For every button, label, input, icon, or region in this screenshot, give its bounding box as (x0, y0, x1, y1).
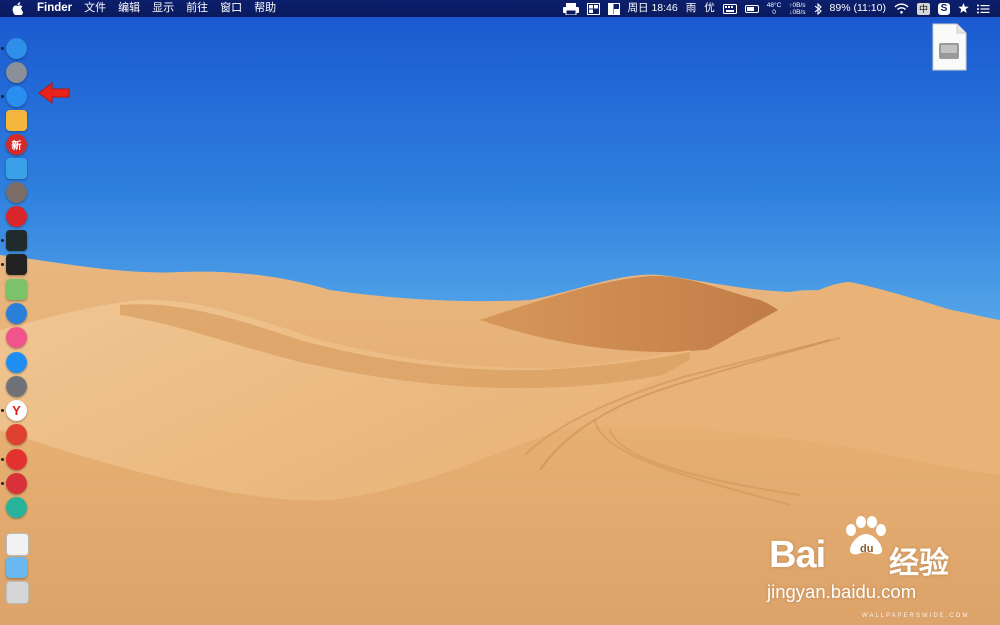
split-view-icon[interactable] (604, 2, 624, 15)
dock-preview-icon[interactable] (6, 110, 27, 131)
dock-netease-music-icon[interactable] (6, 449, 27, 470)
dock-news-icon[interactable]: 新 (6, 134, 27, 155)
running-indicator (1, 95, 4, 98)
sogou-label: S (938, 2, 950, 15)
dock-trash-icon[interactable] (6, 581, 29, 604)
input-method[interactable]: 中 (913, 2, 934, 15)
menu-go[interactable]: 前往 (180, 0, 214, 17)
wifi-icon[interactable] (890, 3, 913, 14)
dock-terminal-icon[interactable] (6, 254, 27, 275)
menu-file[interactable]: 文件 (78, 0, 112, 17)
storage-icon[interactable] (741, 4, 763, 14)
menu-help[interactable]: 帮助 (248, 0, 282, 17)
mission-control-icon[interactable] (583, 2, 604, 15)
running-indicator (1, 263, 4, 266)
network-speed[interactable]: ↑0B/s ↓0B/s (785, 2, 809, 16)
running-indicator (1, 239, 4, 242)
dock-cleanmaster-icon[interactable] (6, 497, 27, 518)
annotation-arrow-icon (38, 81, 70, 105)
menu-bar: Finder 文件 编辑 显示 前往 窗口 帮助 周日 18:46 雨 优 48… (0, 0, 1000, 17)
dock-maps-icon[interactable] (6, 279, 27, 300)
running-indicator (1, 482, 4, 485)
dock-screen-share-icon[interactable] (6, 158, 27, 179)
dock-app-store-icon[interactable] (6, 352, 27, 373)
sensor-readout[interactable]: 48°C 0 (763, 2, 786, 16)
weather-status[interactable]: 雨 (682, 0, 701, 17)
star-icon[interactable] (954, 3, 973, 14)
battery-status[interactable]: 89% (11:10) (826, 0, 890, 17)
printer-icon[interactable] (559, 2, 583, 15)
menu-edit[interactable]: 编辑 (112, 0, 146, 17)
dock-system-preferences-icon[interactable] (6, 376, 27, 397)
dock-siri-icon[interactable] (6, 303, 27, 324)
running-indicator (1, 47, 4, 50)
dock-chrome-icon[interactable] (6, 424, 27, 445)
net-up: ↑0B/s (789, 1, 806, 9)
clock[interactable]: 周日 18:46 (624, 0, 682, 17)
dock: 新Y (0, 36, 34, 611)
watermark-url: jingyan.baidu.com (767, 581, 917, 602)
bluetooth-icon[interactable] (810, 2, 826, 15)
notification-center-icon[interactable] (973, 4, 994, 14)
dock-vivaldi-icon[interactable] (6, 473, 27, 494)
app-menu-finder[interactable]: Finder (31, 0, 78, 17)
dock-itunes-icon[interactable] (6, 327, 27, 348)
dock-launchpad-icon[interactable] (6, 62, 27, 83)
running-indicator (1, 458, 4, 461)
fan-speed: 0 (772, 8, 776, 16)
desktop-disk-icon[interactable] (931, 23, 967, 71)
watermark-brand: Bai (769, 534, 826, 576)
net-down: ↓0B/s (789, 8, 806, 16)
baidu-paw-icon: du (846, 516, 886, 555)
menu-window[interactable]: 窗口 (214, 0, 248, 17)
dock-folder-icon[interactable] (6, 557, 27, 578)
status-area: 周日 18:46 雨 优 48°C 0 ↑0B/s ↓0B/s 89% (11:10… (559, 0, 994, 17)
sogou-icon[interactable]: S (934, 2, 954, 15)
dock-photo-browser-icon[interactable] (6, 182, 27, 203)
running-indicator (1, 409, 4, 412)
menu-view[interactable]: 显示 (146, 0, 180, 17)
input-method-label: 中 (916, 2, 930, 15)
baidu-watermark: du Bai 经验 jingyan.baidu.com (765, 516, 987, 606)
svg-text:du: du (860, 543, 873, 555)
watermark-brand-cn: 经验 (889, 547, 949, 580)
cpu-temp: 48°C (766, 1, 782, 9)
optimize-status[interactable]: 优 (700, 0, 719, 17)
dock-finder-icon[interactable] (6, 38, 27, 59)
apple-menu-icon[interactable] (0, 2, 31, 15)
wallpaper-credit: WALLPAPERSWIDE.COM (862, 613, 970, 619)
dock-safari-icon[interactable] (6, 86, 27, 107)
dock-yandex-icon[interactable]: Y (6, 400, 27, 421)
dock-netease-icon[interactable] (6, 206, 27, 227)
dock-activity-monitor-icon[interactable] (6, 230, 27, 251)
keyboard-icon[interactable] (719, 3, 741, 14)
dock-document-icon[interactable] (6, 533, 29, 556)
